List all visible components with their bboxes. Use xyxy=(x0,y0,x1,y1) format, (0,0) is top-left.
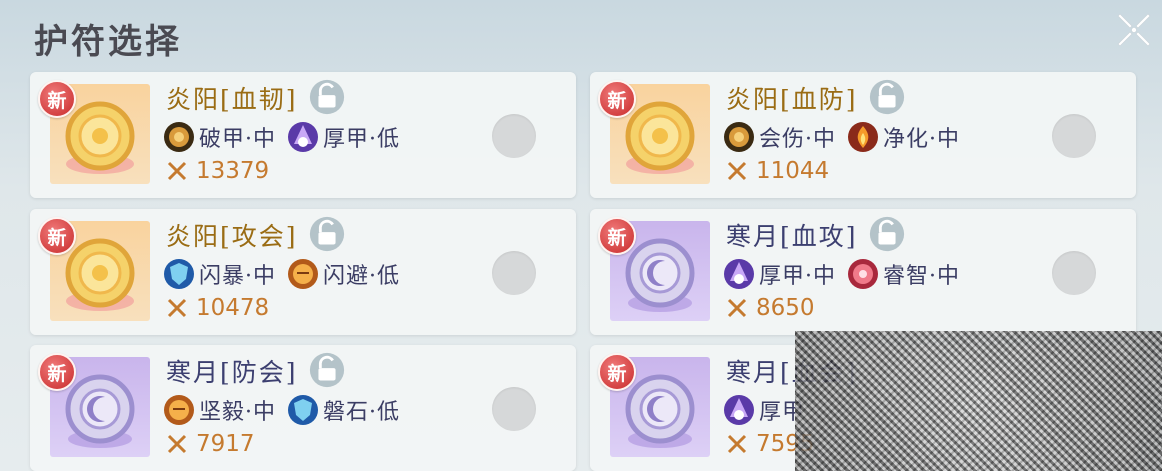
talisman-card[interactable]: 新 炎阳[血韧] 破甲·中 厚甲·低 13379 xyxy=(30,72,576,198)
close-button[interactable] xyxy=(1114,10,1154,50)
attribute-label: 坚毅·中 xyxy=(199,400,276,425)
select-radio[interactable] xyxy=(1052,251,1096,295)
power-value: 11044 xyxy=(756,158,830,184)
blue-shield-icon xyxy=(164,259,194,289)
crossed-swords-icon xyxy=(727,434,747,454)
attribute-item: 破甲·中 xyxy=(162,120,276,154)
bronze-orb-icon xyxy=(164,122,194,152)
attribute-label: 破甲·中 xyxy=(199,127,276,152)
new-badge: 新 xyxy=(38,80,76,118)
attribute-label: 睿智·中 xyxy=(883,264,960,289)
attribute-item: 净化·中 xyxy=(846,120,960,154)
unlock-icon[interactable] xyxy=(308,78,346,116)
attribute-list: 厚甲·中 睿智·中 xyxy=(722,257,960,291)
attribute-label: 厚甲·低 xyxy=(323,127,400,152)
unlock-icon[interactable] xyxy=(308,215,346,253)
crossed-swords-icon xyxy=(167,298,187,318)
attribute-item: 闪暴·中 xyxy=(162,257,276,291)
attribute-item: 闪避·低 xyxy=(286,257,400,291)
attribute-item: 厚甲 xyxy=(722,393,805,427)
power-value: 7917 xyxy=(196,431,255,457)
blue-shield-icon xyxy=(288,395,318,425)
purple-wizard-icon xyxy=(288,122,318,152)
close-x-icon xyxy=(1117,13,1151,47)
talisman-name: 炎阳[血韧] xyxy=(166,85,298,114)
page-title: 护符选择 xyxy=(34,22,182,62)
power-stat: 11044 xyxy=(726,158,829,184)
attribute-list: 闪暴·中 闪避·低 xyxy=(162,257,400,291)
talisman-card[interactable]: 新 寒月[防会] 坚毅·中 磐石·低 7917 xyxy=(30,345,576,471)
power-stat: 8650 xyxy=(726,295,815,321)
new-badge: 新 xyxy=(598,80,636,118)
attribute-label: 闪避·低 xyxy=(323,264,400,289)
new-badge: 新 xyxy=(598,217,636,255)
attribute-label: 厚甲·中 xyxy=(759,264,836,289)
new-badge: 新 xyxy=(598,353,636,391)
select-radio[interactable] xyxy=(492,114,536,158)
talisman-name: 寒月[防会] xyxy=(166,358,298,387)
attribute-item: 磐石·低 xyxy=(286,393,400,427)
pixelated-overlay xyxy=(795,331,1162,471)
attribute-item: 坚毅·中 xyxy=(162,393,276,427)
red-mask-icon xyxy=(848,259,878,289)
power-stat: 13379 xyxy=(166,158,269,184)
talisman-name: 炎阳[血防] xyxy=(726,85,858,114)
attribute-list: 破甲·中 厚甲·低 xyxy=(162,120,400,154)
new-badge: 新 xyxy=(38,217,76,255)
select-radio[interactable] xyxy=(1052,114,1096,158)
talisman-name: 炎阳[攻会] xyxy=(166,222,298,251)
power-value: 13379 xyxy=(196,158,270,184)
talisman-card[interactable]: 新 寒月[血攻] 厚甲·中 睿智·中 8650 xyxy=(590,209,1136,335)
attribute-list: 厚甲 xyxy=(722,393,805,427)
purple-wizard-icon xyxy=(724,395,754,425)
unlock-icon[interactable] xyxy=(868,215,906,253)
power-value: 8650 xyxy=(756,295,815,321)
unlock-icon[interactable] xyxy=(868,78,906,116)
orange-mask-icon xyxy=(164,395,194,425)
power-stat: 7917 xyxy=(166,431,255,457)
purple-wizard-icon xyxy=(724,259,754,289)
select-radio[interactable] xyxy=(492,251,536,295)
attribute-item: 厚甲·中 xyxy=(722,257,836,291)
crossed-swords-icon xyxy=(727,161,747,181)
crossed-swords-icon xyxy=(167,434,187,454)
power-value: 10478 xyxy=(196,295,270,321)
new-badge: 新 xyxy=(38,353,76,391)
attribute-label: 闪暴·中 xyxy=(199,264,276,289)
crossed-swords-icon xyxy=(167,161,187,181)
flame-icon xyxy=(848,122,878,152)
select-radio[interactable] xyxy=(492,387,536,431)
attribute-label: 净化·中 xyxy=(883,127,960,152)
talisman-card[interactable]: 新 炎阳[血防] 会伤·中 净化·中 11044 xyxy=(590,72,1136,198)
attribute-label: 磐石·低 xyxy=(323,400,400,425)
unlock-icon[interactable] xyxy=(308,351,346,389)
attribute-item: 厚甲·低 xyxy=(286,120,400,154)
orange-mask-icon xyxy=(288,259,318,289)
talisman-card[interactable]: 新 炎阳[攻会] 闪暴·中 闪避·低 10478 xyxy=(30,209,576,335)
attribute-item: 会伤·中 xyxy=(722,120,836,154)
power-stat: 10478 xyxy=(166,295,269,321)
attribute-item: 睿智·中 xyxy=(846,257,960,291)
attribute-list: 会伤·中 净化·中 xyxy=(722,120,960,154)
talisman-name: 寒月[血攻] xyxy=(726,222,858,251)
crossed-swords-icon xyxy=(727,298,747,318)
attribute-list: 坚毅·中 磐石·低 xyxy=(162,393,400,427)
bronze-orb-icon xyxy=(724,122,754,152)
attribute-label: 会伤·中 xyxy=(759,127,836,152)
